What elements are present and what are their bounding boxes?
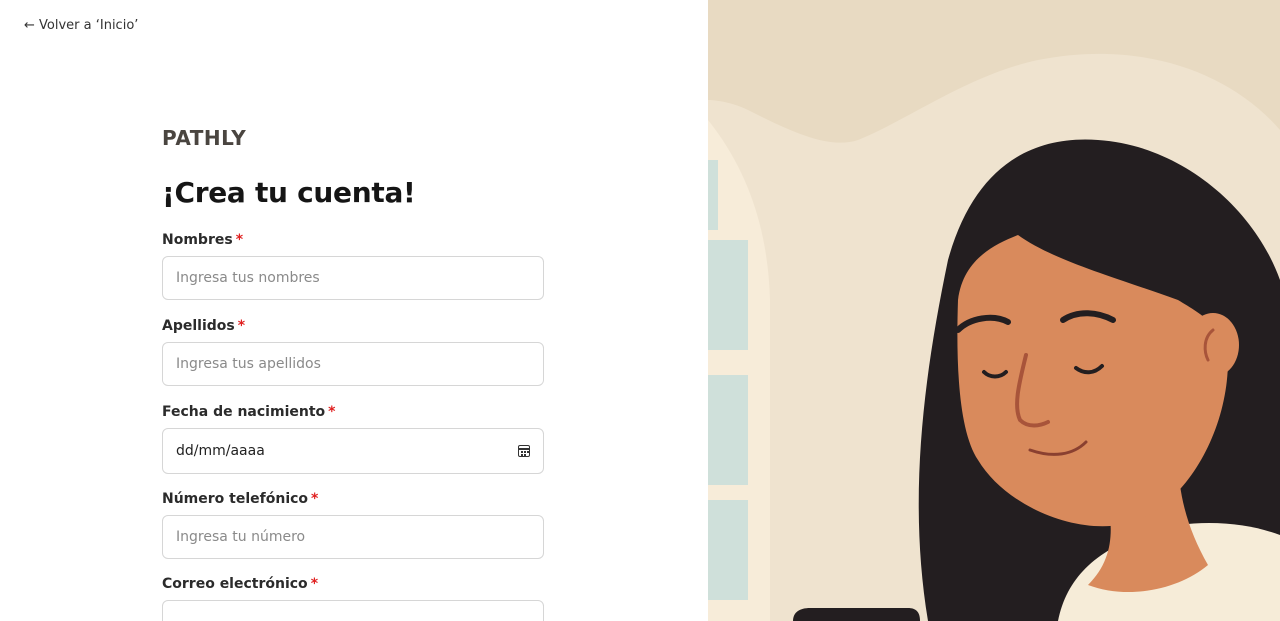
required-mark: * [237,318,246,334]
nombres-input[interactable]: Ingresa tus nombres [162,256,544,300]
apellidos-field: Apellidos * Ingresa tus apellidos [162,317,544,386]
nombres-label: Nombres * [162,232,244,248]
apellidos-label: Apellidos * [162,318,246,334]
calendar-icon[interactable] [518,445,530,457]
ear [1187,313,1239,377]
brand-logo: PATHLY [162,126,247,150]
required-mark: * [328,404,336,420]
required-mark: * [311,491,319,507]
nombres-field: Nombres * Ingresa tus nombres [162,231,544,300]
page-title: ¡Crea tu cuenta! [162,176,416,209]
back-to-home-link[interactable]: ← Volver a ‘Inicio’ [24,18,138,33]
signup-form: PATHLY ¡Crea tu cuenta! Nombres * Ingresa… [162,126,544,621]
fecha-field: Fecha de nacimiento * dd/mm/aaaa [162,403,544,474]
telefono-label: Número telefónico * [162,491,319,507]
telefono-placeholder: Ingresa tu número [176,529,306,545]
telefono-field: Número telefónico * Ingresa tu número [162,490,544,559]
window-pane [708,240,748,350]
required-mark: * [235,232,244,248]
correo-field: Correo electrónico * [162,575,544,621]
apellidos-input[interactable]: Ingresa tus apellidos [162,342,544,386]
required-mark: * [310,576,319,592]
nombres-placeholder: Ingresa tus nombres [176,270,320,286]
fecha-input[interactable]: dd/mm/aaaa [162,428,544,474]
fecha-label: Fecha de nacimiento * [162,404,336,420]
correo-input[interactable] [162,600,544,621]
signup-panel: ← Volver a ‘Inicio’ PATHLY ¡Crea tu cuen… [0,0,708,621]
device [793,608,920,621]
apellidos-placeholder: Ingresa tus apellidos [176,356,321,372]
woman-illustration [708,0,1280,621]
illustration-panel [708,0,1280,621]
telefono-input[interactable]: Ingresa tu número [162,515,544,559]
correo-label: Correo electrónico * [162,576,319,592]
fecha-value: dd/mm/aaaa [176,443,265,459]
